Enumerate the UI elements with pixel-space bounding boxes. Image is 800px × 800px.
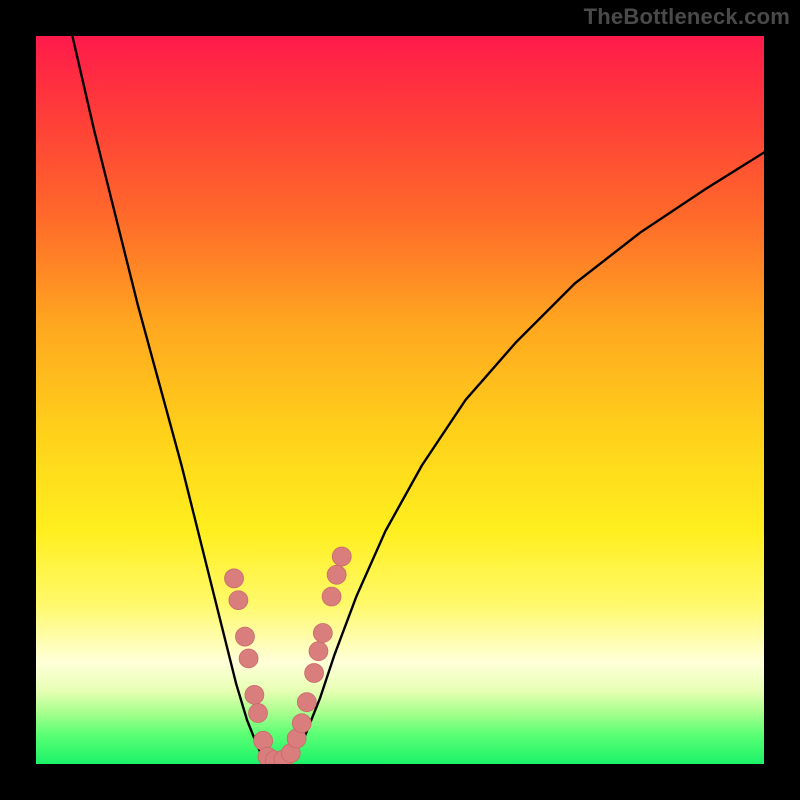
curve-right-branch (287, 152, 764, 761)
curve-left-branch (72, 36, 267, 761)
data-marker (225, 569, 244, 588)
outer-frame: TheBottleneck.com (0, 0, 800, 800)
data-marker (305, 664, 324, 683)
data-marker (239, 649, 258, 668)
data-marker (297, 693, 316, 712)
plot-area (36, 36, 764, 764)
data-marker (245, 685, 264, 704)
data-marker (235, 627, 254, 646)
data-marker (249, 704, 268, 723)
chart-svg (36, 36, 764, 764)
marker-group (225, 547, 352, 764)
data-marker (292, 714, 311, 733)
curve-group (72, 36, 764, 763)
data-marker (229, 591, 248, 610)
data-marker (332, 547, 351, 566)
data-marker (327, 565, 346, 584)
data-marker (309, 642, 328, 661)
watermark-text: TheBottleneck.com (584, 4, 790, 30)
data-marker (313, 624, 332, 643)
data-marker (322, 587, 341, 606)
